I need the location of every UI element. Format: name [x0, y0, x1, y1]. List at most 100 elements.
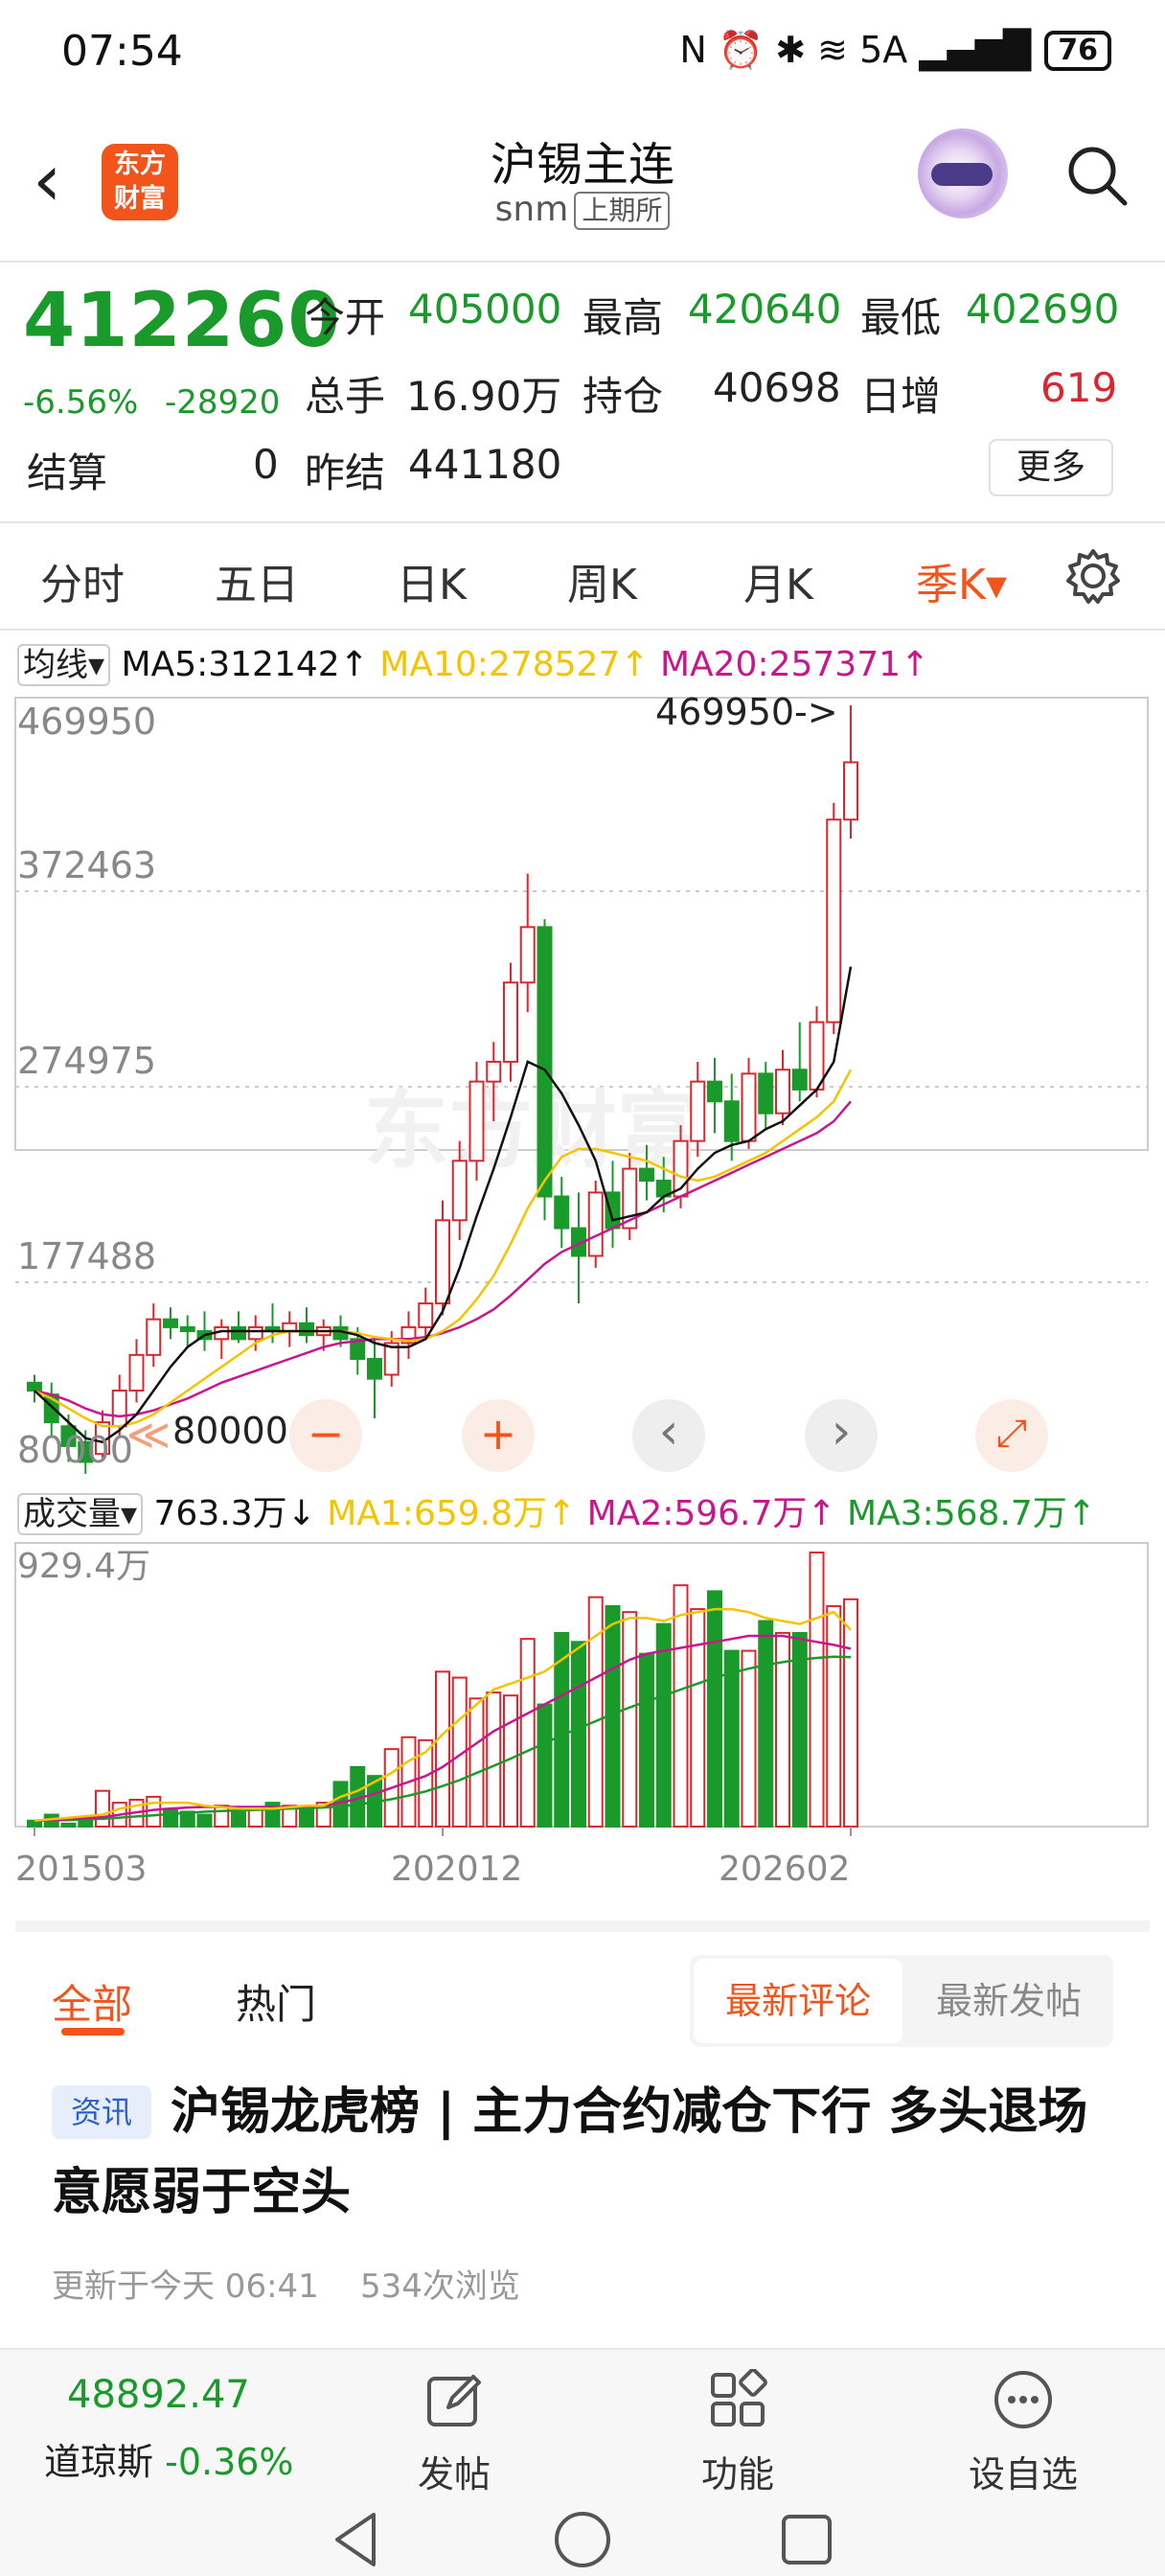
volume-bar: [758, 1620, 774, 1828]
candle-body: [299, 1322, 314, 1337]
tab-hot[interactable]: 热门: [236, 1972, 316, 2031]
post-button[interactable]: 发帖: [377, 2369, 531, 2497]
volume-bar: [214, 1805, 230, 1828]
candle-body: [775, 1069, 790, 1115]
candle-body: [826, 818, 842, 1024]
scroll-start-button[interactable]: ≪: [126, 1411, 171, 1460]
zoom-in-button[interactable]: +: [462, 1399, 535, 1472]
volume-bar: [468, 1697, 485, 1828]
volume-bar: [723, 1649, 740, 1828]
vol-ma1-legend: MA1:659.8万↑: [327, 1494, 577, 1533]
status-indicators: N ⏰ ✱ ≋ 5A ▂▄▆█: [679, 29, 1032, 71]
open-label: 今开: [305, 294, 386, 341]
assistant-avatar[interactable]: [918, 128, 1008, 218]
nav-home-icon[interactable]: [552, 2509, 613, 2570]
search-icon[interactable]: [1063, 142, 1131, 209]
prev-settle-value: 441180: [408, 441, 562, 488]
volume-legend: 成交量▾ 763.3万↓ MA1:659.8万↑ MA2:596.7万↑ MA3…: [17, 1485, 1096, 1535]
daily-increase-value: 619: [1040, 364, 1118, 411]
volume-bar: [519, 1638, 536, 1828]
news-title[interactable]: 沪锡龙虎榜 | 主力合约减仓下行 多头退场意愿弱于空头: [52, 2072, 1115, 2233]
fullscreen-button[interactable]: ⤢: [975, 1399, 1048, 1472]
sort-latest-comment[interactable]: 最新评论: [694, 1959, 902, 2043]
volume-bar: [435, 1670, 450, 1828]
candle-body: [605, 1191, 621, 1230]
candle-body: [468, 1080, 485, 1162]
volume-bar: [809, 1552, 825, 1828]
candle-body: [758, 1072, 774, 1115]
post-label: 发帖: [417, 2453, 491, 2496]
news-tag: 资讯: [52, 2085, 151, 2139]
volume-bar: [622, 1611, 638, 1828]
volume-bar: [247, 1807, 263, 1828]
tab-all-indicator: [61, 2028, 125, 2036]
tab-all[interactable]: 全部: [52, 1972, 132, 2031]
price-axis-label: 274975: [17, 1040, 156, 1082]
add-watchlist-button[interactable]: 设自选: [947, 2369, 1100, 2497]
function-button[interactable]: 功能: [661, 2368, 814, 2497]
nav-recents-icon[interactable]: [776, 2509, 837, 2570]
vol-ma3-legend: MA3:568.7万↑: [847, 1494, 1096, 1533]
volume-label: 总手: [305, 373, 386, 420]
change-percent: -6.56%: [23, 383, 139, 422]
tab-quarter-k[interactable]: 季K▾: [916, 550, 1007, 611]
low-label: 最低: [860, 294, 942, 341]
news-updated: 更新于今天 06:41: [52, 2267, 319, 2306]
index-ticker[interactable]: 道琼斯 -0.36%: [44, 2432, 294, 2485]
candle-body: [503, 981, 518, 1063]
app-header: ‹ 东方 财富 沪锡主连 snm 上期所: [0, 105, 1165, 259]
volume-value-legend: 763.3万↓: [153, 1494, 316, 1533]
candle-body: [451, 1160, 468, 1222]
candle-body: [519, 926, 536, 984]
candle-body: [128, 1353, 145, 1392]
scroll-right-button[interactable]: ›: [805, 1399, 878, 1472]
volume-bar: [60, 1822, 77, 1828]
gear-icon[interactable]: [1063, 546, 1123, 606]
high-value: 420640: [688, 286, 842, 333]
news-meta: 更新于今天 06:41 534次浏览: [52, 2260, 520, 2307]
candle-body: [367, 1357, 382, 1380]
index-change: -0.36%: [165, 2441, 294, 2483]
contract-code: snm: [494, 190, 569, 229]
tab-minute[interactable]: 分时: [40, 550, 125, 611]
price-axis-label: 80000: [17, 1429, 133, 1471]
candle-body: [179, 1325, 195, 1333]
zoom-out-button[interactable]: −: [289, 1399, 362, 1472]
settle-label: 结算: [27, 449, 108, 496]
candle-body: [146, 1318, 162, 1356]
more-button[interactable]: 更多: [989, 439, 1113, 496]
volume-bar: [95, 1789, 110, 1828]
tab-day-k[interactable]: 日K: [397, 550, 467, 611]
status-bar: 07:54 N ⏰ ✱ ≋ 5A ▂▄▆█ 76: [0, 0, 1165, 105]
volume-axis-label: 929.4万: [17, 1547, 150, 1586]
sort-latest-post[interactable]: 最新发帖: [906, 1959, 1111, 2043]
settle-value: 0: [253, 441, 279, 488]
function-label: 功能: [700, 2453, 774, 2496]
candle-body: [486, 1060, 502, 1083]
kline-chart[interactable]: 东方财富 469950 372463 274975 177488 80000 4…: [0, 632, 1165, 1917]
apps-icon: [711, 2368, 767, 2426]
bottom-bar: 48892.47 道琼斯 -0.36% 发帖 功能 设自选: [0, 2348, 1165, 2576]
tab-week-k[interactable]: 周K: [567, 550, 637, 611]
daily-increase-label: 日增: [860, 373, 942, 420]
nav-back-icon[interactable]: [326, 2509, 387, 2570]
volume-bar: [537, 1703, 553, 1828]
volume-bar: [826, 1604, 842, 1828]
index-value[interactable]: 48892.47: [67, 2373, 250, 2417]
candle-body: [587, 1191, 604, 1257]
scroll-left-button[interactable]: ‹: [632, 1399, 705, 1472]
tab-five-day[interactable]: 五日: [215, 550, 299, 611]
candle-body: [707, 1080, 722, 1103]
volume-bar: [486, 1691, 502, 1828]
edit-icon: [427, 2375, 481, 2426]
candle-body: [27, 1381, 42, 1392]
volume-bar: [655, 1622, 672, 1828]
candle-body: [111, 1390, 127, 1428]
tab-month-k[interactable]: 月K: [743, 550, 813, 611]
volume-bar: [299, 1807, 314, 1828]
volume-bar: [741, 1649, 757, 1828]
volume-bar: [639, 1652, 654, 1828]
status-icons: N ⏰ ✱ ≋ 5A ▂▄▆█ 76: [679, 29, 1111, 72]
volume-selector[interactable]: 成交量▾: [17, 1493, 144, 1535]
candle-body: [247, 1325, 263, 1341]
